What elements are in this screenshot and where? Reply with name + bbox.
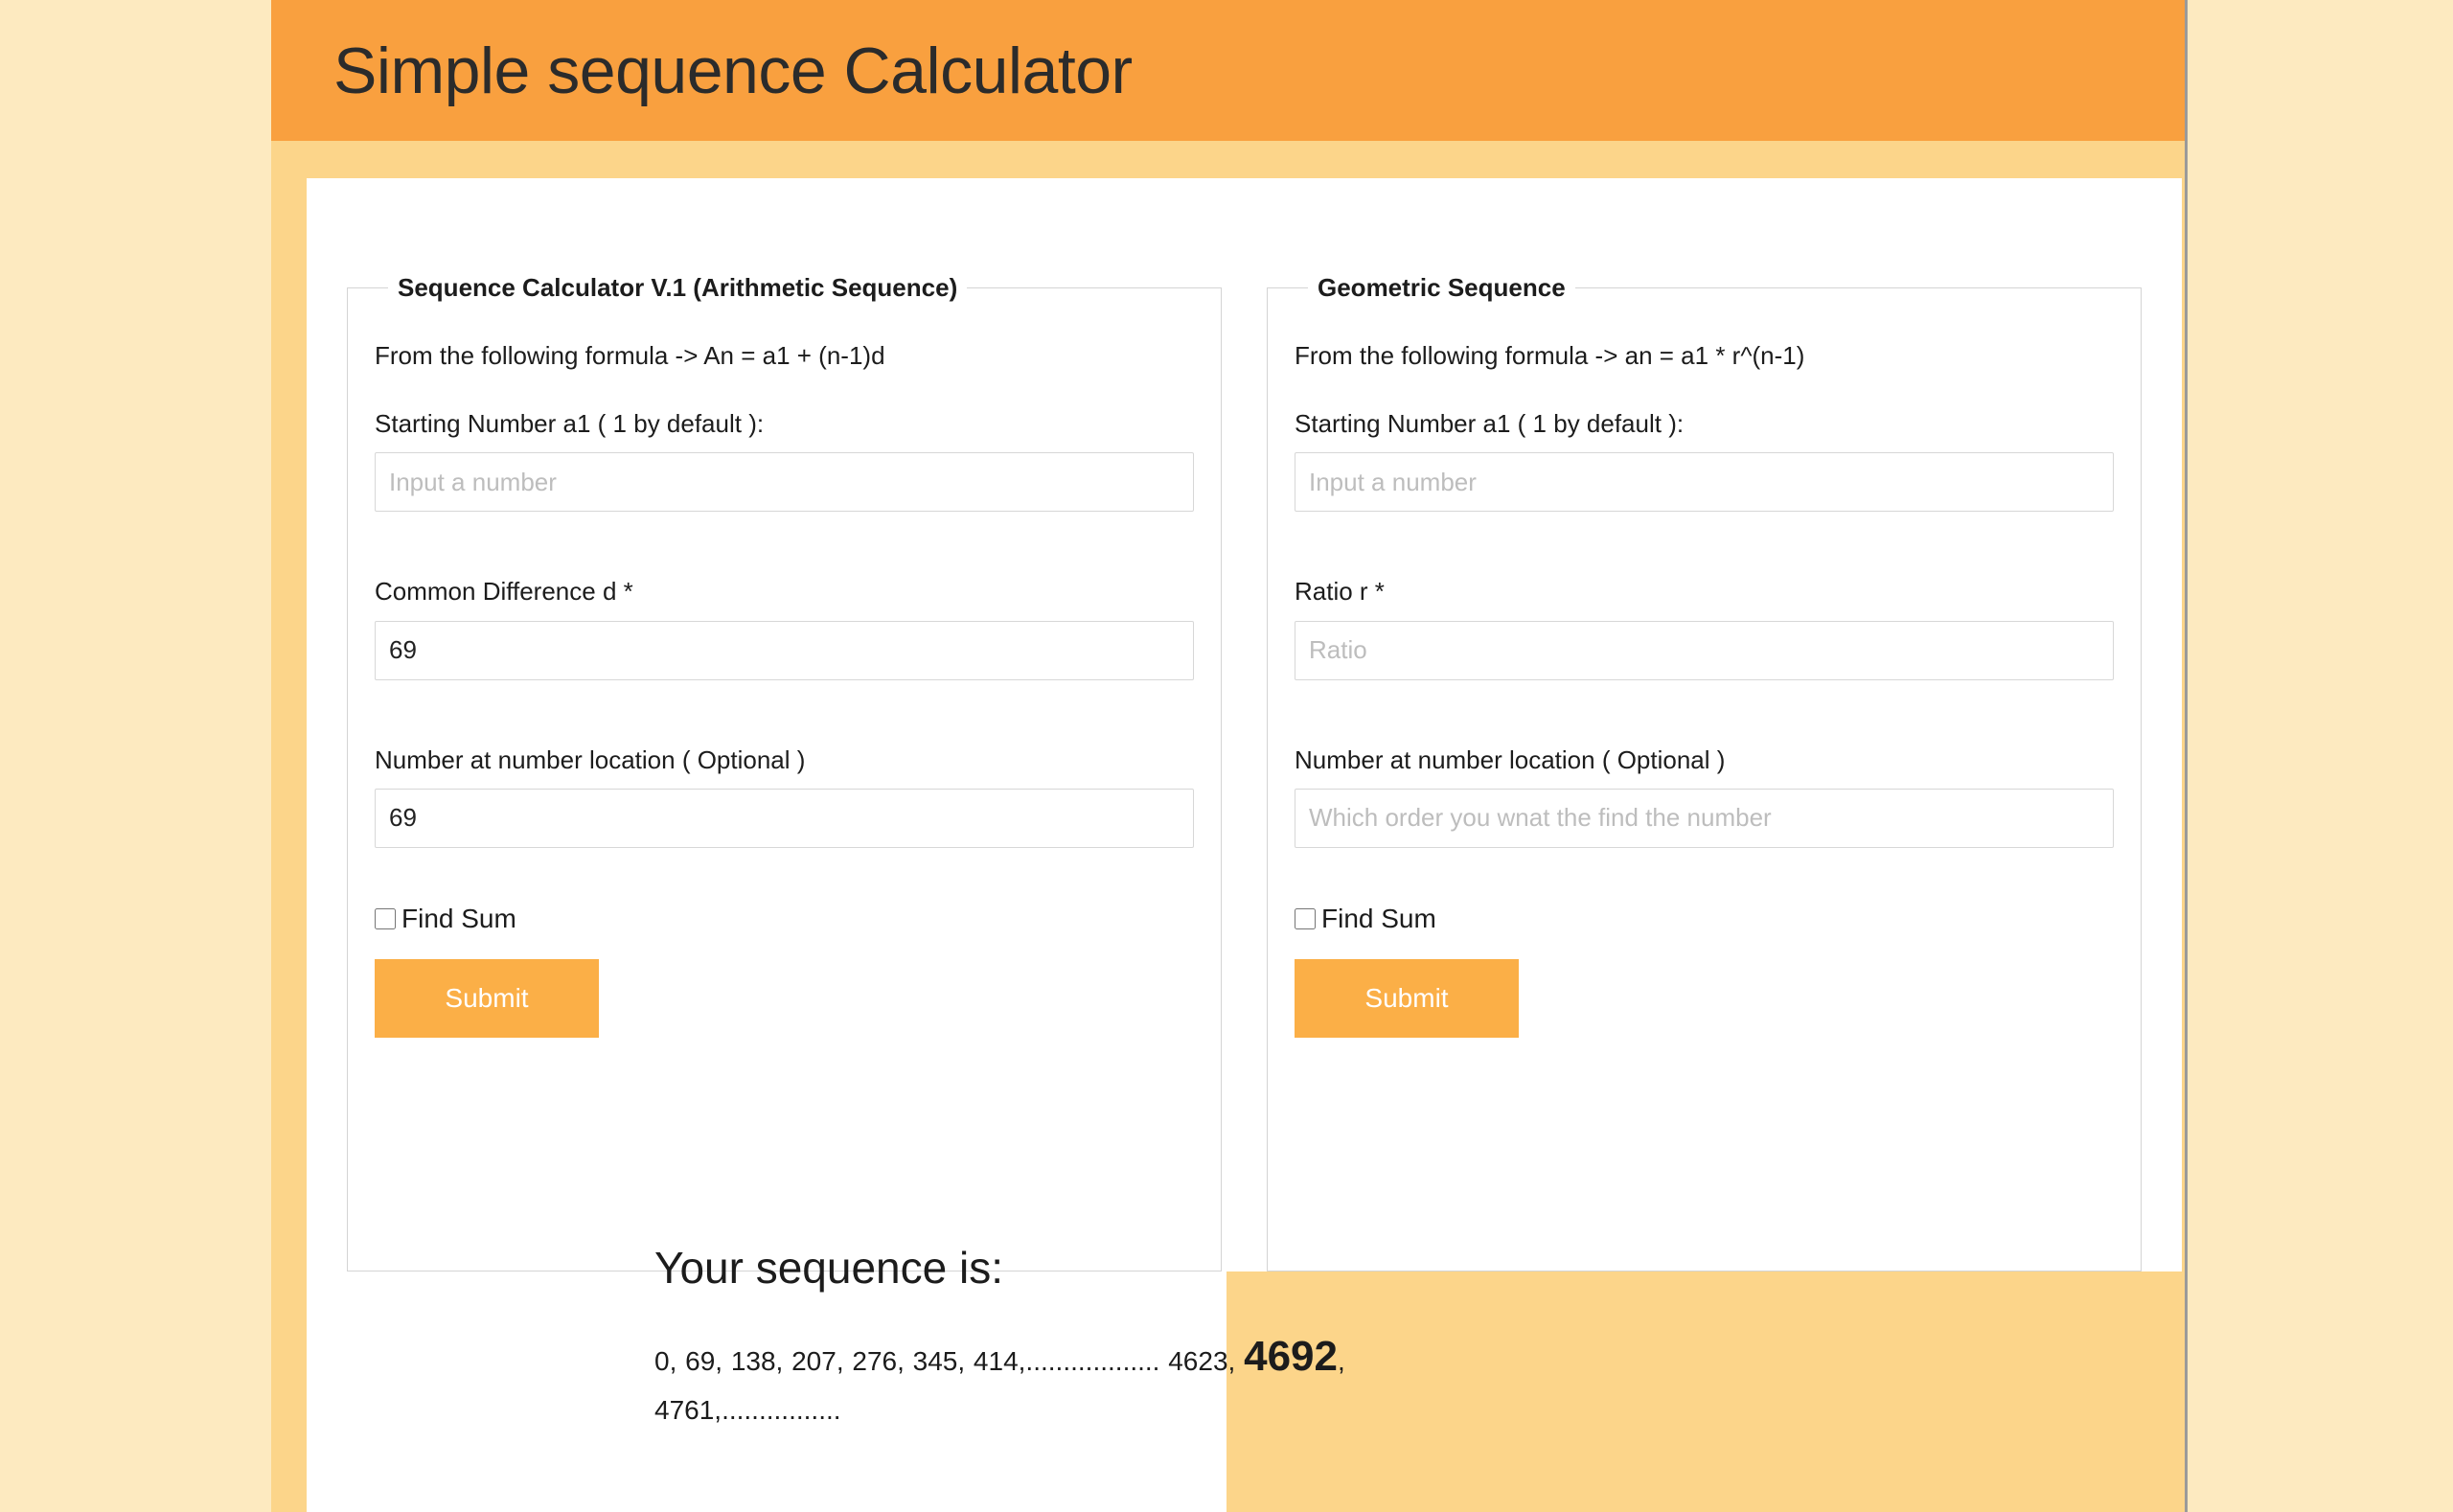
app-header: Simple sequence Calculator	[271, 0, 2185, 141]
result-highlight-value: 4692	[1244, 1333, 1338, 1380]
geometric-start-label: Starting Number a1 ( 1 by default ):	[1295, 409, 1685, 439]
arithmetic-submit-button[interactable]: Submit	[375, 958, 599, 1038]
result-heading: Your sequence is:	[654, 1243, 1004, 1293]
geometric-location-label: Number at number location ( Optional )	[1295, 745, 1726, 774]
page-shell: Simple sequence Calculator Sequence Calc…	[271, 0, 2188, 1512]
arithmetic-panel-legend: Sequence Calculator V.1 (Arithmetic Sequ…	[398, 273, 958, 302]
geometric-panel-legend: Geometric Sequence	[1318, 273, 1566, 302]
arithmetic-start-label: Starting Number a1 ( 1 by default ):	[375, 409, 765, 439]
geometric-find-sum-label[interactable]: Find Sum	[1321, 905, 1436, 932]
geometric-ratio-input[interactable]	[1295, 620, 2114, 680]
arithmetic-sequence-panel: Sequence Calculator V.1 (Arithmetic Sequ…	[347, 273, 1222, 1271]
result-sequence: 0, 69, 138, 207, 276, 345, 414,.........…	[654, 1324, 1517, 1432]
geometric-submit-button[interactable]: Submit	[1295, 958, 1519, 1038]
result-section: Your sequence is: 0, 69, 138, 207, 276, …	[654, 1246, 1517, 1432]
geometric-ratio-label: Ratio r *	[1295, 577, 1385, 607]
geometric-sequence-panel: Geometric Sequence From the following fo…	[1267, 273, 2142, 1271]
arithmetic-difference-label: Common Difference d *	[375, 577, 633, 607]
geometric-find-sum-row: Find Sum	[1295, 905, 2114, 932]
geometric-start-input[interactable]	[1295, 452, 2114, 513]
arithmetic-difference-input[interactable]	[375, 620, 1194, 680]
geometric-find-sum-checkbox[interactable]	[1295, 907, 1316, 929]
arithmetic-formula-text: From the following formula -> An = a1 + …	[375, 341, 885, 370]
arithmetic-find-sum-checkbox[interactable]	[375, 907, 396, 929]
arithmetic-start-input[interactable]	[375, 452, 1194, 513]
result-sequence-prefix: 0, 69, 138, 207, 276, 345, 414,.........…	[654, 1346, 1245, 1376]
geometric-location-input[interactable]	[1295, 788, 2114, 848]
page-title: Simple sequence Calculator	[333, 34, 1133, 107]
geometric-formula-text: From the following formula -> an = a1 * …	[1295, 341, 1805, 370]
arithmetic-find-sum-row: Find Sum	[375, 905, 1194, 932]
arithmetic-find-sum-label[interactable]: Find Sum	[401, 905, 516, 932]
panels-container: Sequence Calculator V.1 (Arithmetic Sequ…	[307, 178, 2182, 1271]
arithmetic-location-label: Number at number location ( Optional )	[375, 745, 806, 774]
arithmetic-location-input[interactable]	[375, 788, 1194, 848]
